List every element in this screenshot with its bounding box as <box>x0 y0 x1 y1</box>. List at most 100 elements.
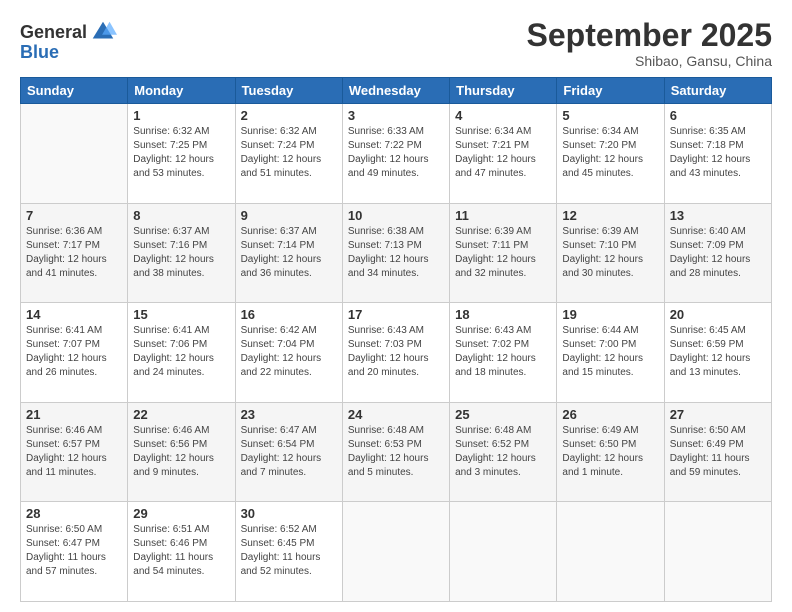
day-number: 14 <box>26 307 122 322</box>
calendar-cell: 25Sunrise: 6:48 AM Sunset: 6:52 PM Dayli… <box>450 402 557 502</box>
day-number: 18 <box>455 307 551 322</box>
day-info: Sunrise: 6:32 AM Sunset: 7:24 PM Dayligh… <box>241 125 337 181</box>
calendar-cell: 28Sunrise: 6:50 AM Sunset: 6:47 PM Dayli… <box>21 502 128 602</box>
day-info: Sunrise: 6:44 AM Sunset: 7:00 PM Dayligh… <box>562 324 658 380</box>
day-info: Sunrise: 6:34 AM Sunset: 7:20 PM Dayligh… <box>562 125 658 181</box>
calendar-cell <box>450 502 557 602</box>
page: General Blue September 2025 Shibao, Gans… <box>0 0 792 612</box>
day-number: 6 <box>670 108 766 123</box>
day-number: 9 <box>241 208 337 223</box>
day-number: 17 <box>348 307 444 322</box>
calendar-table: SundayMondayTuesdayWednesdayThursdayFrid… <box>20 77 772 602</box>
calendar-cell: 27 Sunrise: 6:50 AM Sunset: 6:49 PM Dayli… <box>664 402 771 502</box>
calendar-cell: 10Sunrise: 6:38 AM Sunset: 7:13 PM Dayli… <box>342 203 449 303</box>
day-number: 26 <box>562 407 658 422</box>
logo: General Blue <box>20 18 117 63</box>
day-number: 3 <box>348 108 444 123</box>
calendar-header-sunday: Sunday <box>21 78 128 104</box>
day-info: Sunrise: 6:34 AM Sunset: 7:21 PM Dayligh… <box>455 125 551 181</box>
calendar-header-wednesday: Wednesday <box>342 78 449 104</box>
calendar-cell: 6 Sunrise: 6:35 AM Sunset: 7:18 PM Daylig… <box>664 104 771 204</box>
day-number: 2 <box>241 108 337 123</box>
calendar-cell: 7 Sunrise: 6:36 AM Sunset: 7:17 PM Daylig… <box>21 203 128 303</box>
day-info: Sunrise: 6:43 AM Sunset: 7:02 PM Dayligh… <box>455 324 551 380</box>
calendar-cell: 12 Sunrise: 6:39 AM Sunset: 7:10 PM Dayli… <box>557 203 664 303</box>
calendar-cell: 24 Sunrise: 6:48 AM Sunset: 6:53 PM Dayli… <box>342 402 449 502</box>
calendar-cell: 16Sunrise: 6:42 AM Sunset: 7:04 PM Dayli… <box>235 303 342 403</box>
day-number: 12 <box>562 208 658 223</box>
calendar-header-saturday: Saturday <box>664 78 771 104</box>
calendar-week-row: 21 Sunrise: 6:46 AM Sunset: 6:57 PM Dayli… <box>21 402 772 502</box>
calendar-header-tuesday: Tuesday <box>235 78 342 104</box>
calendar-cell: 14 Sunrise: 6:41 AM Sunset: 7:07 PM Dayli… <box>21 303 128 403</box>
day-number: 22 <box>133 407 229 422</box>
calendar-cell: 29Sunrise: 6:51 AM Sunset: 6:46 PM Dayli… <box>128 502 235 602</box>
calendar-cell: 19 Sunrise: 6:44 AM Sunset: 7:00 PM Dayli… <box>557 303 664 403</box>
calendar-cell: 3 Sunrise: 6:33 AM Sunset: 7:22 PM Daylig… <box>342 104 449 204</box>
calendar-header-monday: Monday <box>128 78 235 104</box>
calendar-cell <box>557 502 664 602</box>
day-number: 13 <box>670 208 766 223</box>
day-info: Sunrise: 6:32 AM Sunset: 7:25 PM Dayligh… <box>133 125 229 181</box>
location: Shibao, Gansu, China <box>527 53 772 69</box>
day-number: 19 <box>562 307 658 322</box>
day-info: Sunrise: 6:38 AM Sunset: 7:13 PM Dayligh… <box>348 225 444 281</box>
day-info: Sunrise: 6:36 AM Sunset: 7:17 PM Dayligh… <box>26 225 122 281</box>
day-number: 30 <box>241 506 337 521</box>
day-number: 27 <box>670 407 766 422</box>
day-number: 5 <box>562 108 658 123</box>
day-info: Sunrise: 6:41 AM Sunset: 7:07 PM Dayligh… <box>26 324 122 380</box>
day-info: Sunrise: 6:49 AM Sunset: 6:50 PM Dayligh… <box>562 424 658 480</box>
day-info: Sunrise: 6:46 AM Sunset: 6:56 PM Dayligh… <box>133 424 229 480</box>
day-number: 1 <box>133 108 229 123</box>
calendar-cell: 1 Sunrise: 6:32 AM Sunset: 7:25 PM Daylig… <box>128 104 235 204</box>
day-number: 24 <box>348 407 444 422</box>
calendar-cell: 22 Sunrise: 6:46 AM Sunset: 6:56 PM Dayli… <box>128 402 235 502</box>
day-info: Sunrise: 6:40 AM Sunset: 7:09 PM Dayligh… <box>670 225 766 281</box>
calendar-header-friday: Friday <box>557 78 664 104</box>
day-info: Sunrise: 6:52 AM Sunset: 6:45 PM Dayligh… <box>241 523 337 579</box>
calendar-cell: 11 Sunrise: 6:39 AM Sunset: 7:11 PM Dayli… <box>450 203 557 303</box>
day-number: 8 <box>133 208 229 223</box>
day-info: Sunrise: 6:35 AM Sunset: 7:18 PM Dayligh… <box>670 125 766 181</box>
day-number: 15 <box>133 307 229 322</box>
calendar-cell: 5 Sunrise: 6:34 AM Sunset: 7:20 PM Daylig… <box>557 104 664 204</box>
calendar-cell: 26 Sunrise: 6:49 AM Sunset: 6:50 PM Dayli… <box>557 402 664 502</box>
day-info: Sunrise: 6:39 AM Sunset: 7:10 PM Dayligh… <box>562 225 658 281</box>
day-info: Sunrise: 6:45 AM Sunset: 6:59 PM Dayligh… <box>670 324 766 380</box>
day-number: 16 <box>241 307 337 322</box>
day-number: 25 <box>455 407 551 422</box>
day-info: Sunrise: 6:48 AM Sunset: 6:53 PM Dayligh… <box>348 424 444 480</box>
calendar-week-row: 14 Sunrise: 6:41 AM Sunset: 7:07 PM Dayli… <box>21 303 772 403</box>
day-number: 20 <box>670 307 766 322</box>
title-section: September 2025 Shibao, Gansu, China <box>527 18 772 69</box>
day-info: Sunrise: 6:37 AM Sunset: 7:14 PM Dayligh… <box>241 225 337 281</box>
calendar-cell: 9 Sunrise: 6:37 AM Sunset: 7:14 PM Daylig… <box>235 203 342 303</box>
day-info: Sunrise: 6:33 AM Sunset: 7:22 PM Dayligh… <box>348 125 444 181</box>
day-number: 28 <box>26 506 122 521</box>
month-title: September 2025 <box>527 18 772 53</box>
calendar-cell: 15Sunrise: 6:41 AM Sunset: 7:06 PM Dayli… <box>128 303 235 403</box>
calendar-cell: 8 Sunrise: 6:37 AM Sunset: 7:16 PM Daylig… <box>128 203 235 303</box>
calendar-cell: 30 Sunrise: 6:52 AM Sunset: 6:45 PM Dayli… <box>235 502 342 602</box>
day-info: Sunrise: 6:50 AM Sunset: 6:49 PM Dayligh… <box>670 424 766 480</box>
calendar-header-thursday: Thursday <box>450 78 557 104</box>
day-info: Sunrise: 6:39 AM Sunset: 7:11 PM Dayligh… <box>455 225 551 281</box>
day-number: 4 <box>455 108 551 123</box>
day-info: Sunrise: 6:46 AM Sunset: 6:57 PM Dayligh… <box>26 424 122 480</box>
calendar-cell: 20 Sunrise: 6:45 AM Sunset: 6:59 PM Dayli… <box>664 303 771 403</box>
day-number: 7 <box>26 208 122 223</box>
day-number: 21 <box>26 407 122 422</box>
calendar-cell: 18 Sunrise: 6:43 AM Sunset: 7:02 PM Dayli… <box>450 303 557 403</box>
calendar-cell: 4 Sunrise: 6:34 AM Sunset: 7:21 PM Daylig… <box>450 104 557 204</box>
calendar-week-row: 7 Sunrise: 6:36 AM Sunset: 7:17 PM Daylig… <box>21 203 772 303</box>
day-info: Sunrise: 6:43 AM Sunset: 7:03 PM Dayligh… <box>348 324 444 380</box>
calendar-header-row: SundayMondayTuesdayWednesdayThursdayFrid… <box>21 78 772 104</box>
calendar-cell: 21 Sunrise: 6:46 AM Sunset: 6:57 PM Dayli… <box>21 402 128 502</box>
day-info: Sunrise: 6:51 AM Sunset: 6:46 PM Dayligh… <box>133 523 229 579</box>
day-info: Sunrise: 6:37 AM Sunset: 7:16 PM Dayligh… <box>133 225 229 281</box>
calendar-cell <box>664 502 771 602</box>
calendar-cell <box>342 502 449 602</box>
calendar-week-row: 28Sunrise: 6:50 AM Sunset: 6:47 PM Dayli… <box>21 502 772 602</box>
day-number: 11 <box>455 208 551 223</box>
